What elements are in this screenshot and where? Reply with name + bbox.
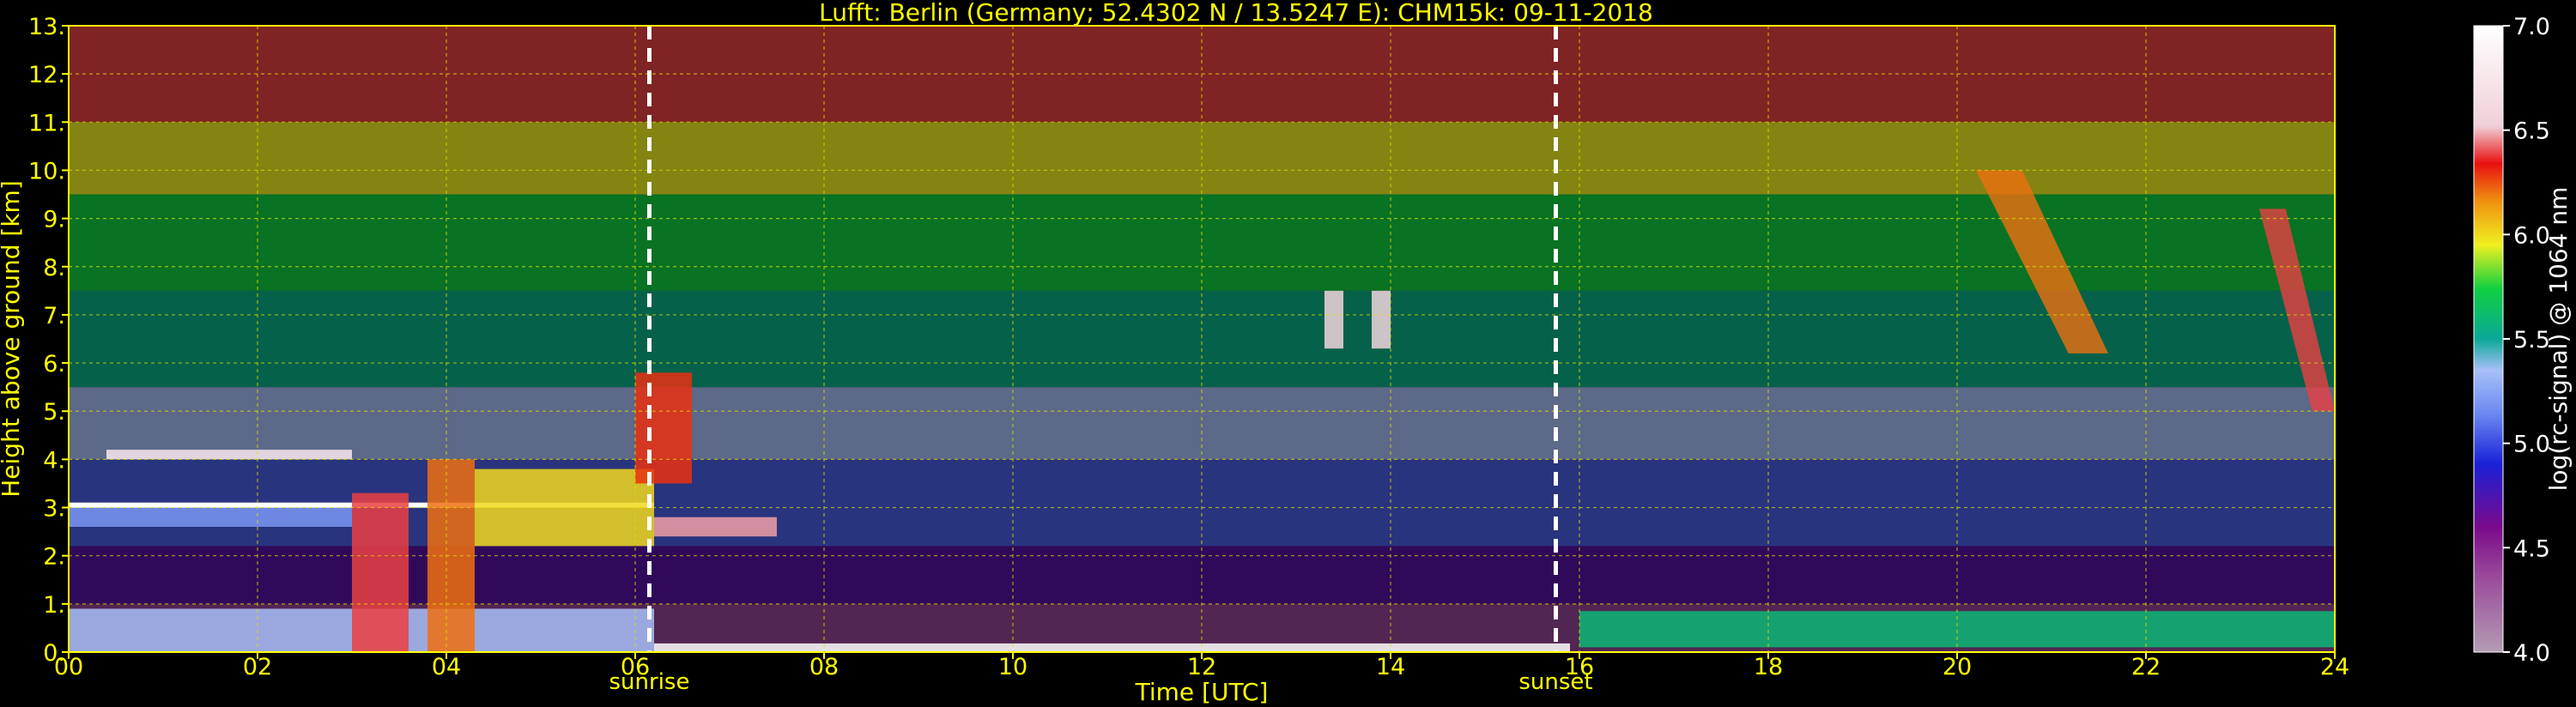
x-tick-label: 06 [621, 654, 650, 680]
x-tick-label: 24 [2320, 654, 2349, 680]
y-tick-label: 13. [28, 14, 65, 40]
cloud-column [1324, 290, 1343, 349]
y-tick-label: 12. [28, 62, 65, 88]
x-tick-label: 22 [2131, 654, 2161, 680]
x-tick-label: 18 [1754, 654, 1783, 680]
colorbar-label: log(rc-signal) @ 1064 nm [2544, 187, 2573, 492]
y-tick-label: 7. [43, 303, 65, 329]
x-tick-label: 04 [432, 654, 461, 680]
y-tick-label: 6. [43, 351, 65, 378]
x-tick-label: 10 [998, 654, 1027, 680]
y-tick-label: 8. [43, 255, 65, 281]
x-tick-label: 12 [1187, 654, 1216, 680]
y-tick-label: 2. [43, 544, 65, 571]
y-tick-label: 11. [28, 110, 65, 136]
y-tick-label: 4. [43, 447, 65, 474]
cloud-column [1372, 290, 1391, 349]
y-tick-label: 5. [43, 399, 65, 426]
x-tick-label: 02 [243, 654, 272, 680]
y-axis-label: Height above ground [km] [0, 180, 25, 498]
cloud-column [635, 372, 692, 484]
colorbar-tick-label: 4.5 [2513, 535, 2550, 562]
y-tick-label: 0. [43, 640, 65, 667]
x-axis-label: Time [UTC] [1135, 678, 1269, 706]
noise-band [69, 290, 2335, 388]
y-tick-label: 9. [43, 207, 65, 233]
cloud-column [352, 492, 409, 652]
colorbar-tick-label: 4.0 [2513, 640, 2550, 667]
x-tick-label: 14 [1376, 654, 1405, 680]
colorbar [2473, 25, 2504, 653]
cloud-layer [106, 450, 352, 460]
x-tick-label: 08 [809, 654, 839, 680]
cloud-layer [654, 517, 777, 537]
y-tick-label: 3. [43, 496, 65, 523]
surface-layer [654, 643, 1570, 652]
colorbar-tick-label: 7.0 [2513, 14, 2550, 40]
y-tick-label: 1. [43, 592, 65, 619]
y-tick-label: 10. [28, 158, 65, 184]
colorbar-tick-label: 6.5 [2513, 118, 2550, 145]
x-tick-label: 16 [1565, 654, 1594, 680]
x-tick-label: 20 [1943, 654, 1972, 680]
ceilometer-chart: sunrise sunset 00 02 04 06 08 10 12 14 16 18 20 22 24… [0, 14, 2573, 706]
